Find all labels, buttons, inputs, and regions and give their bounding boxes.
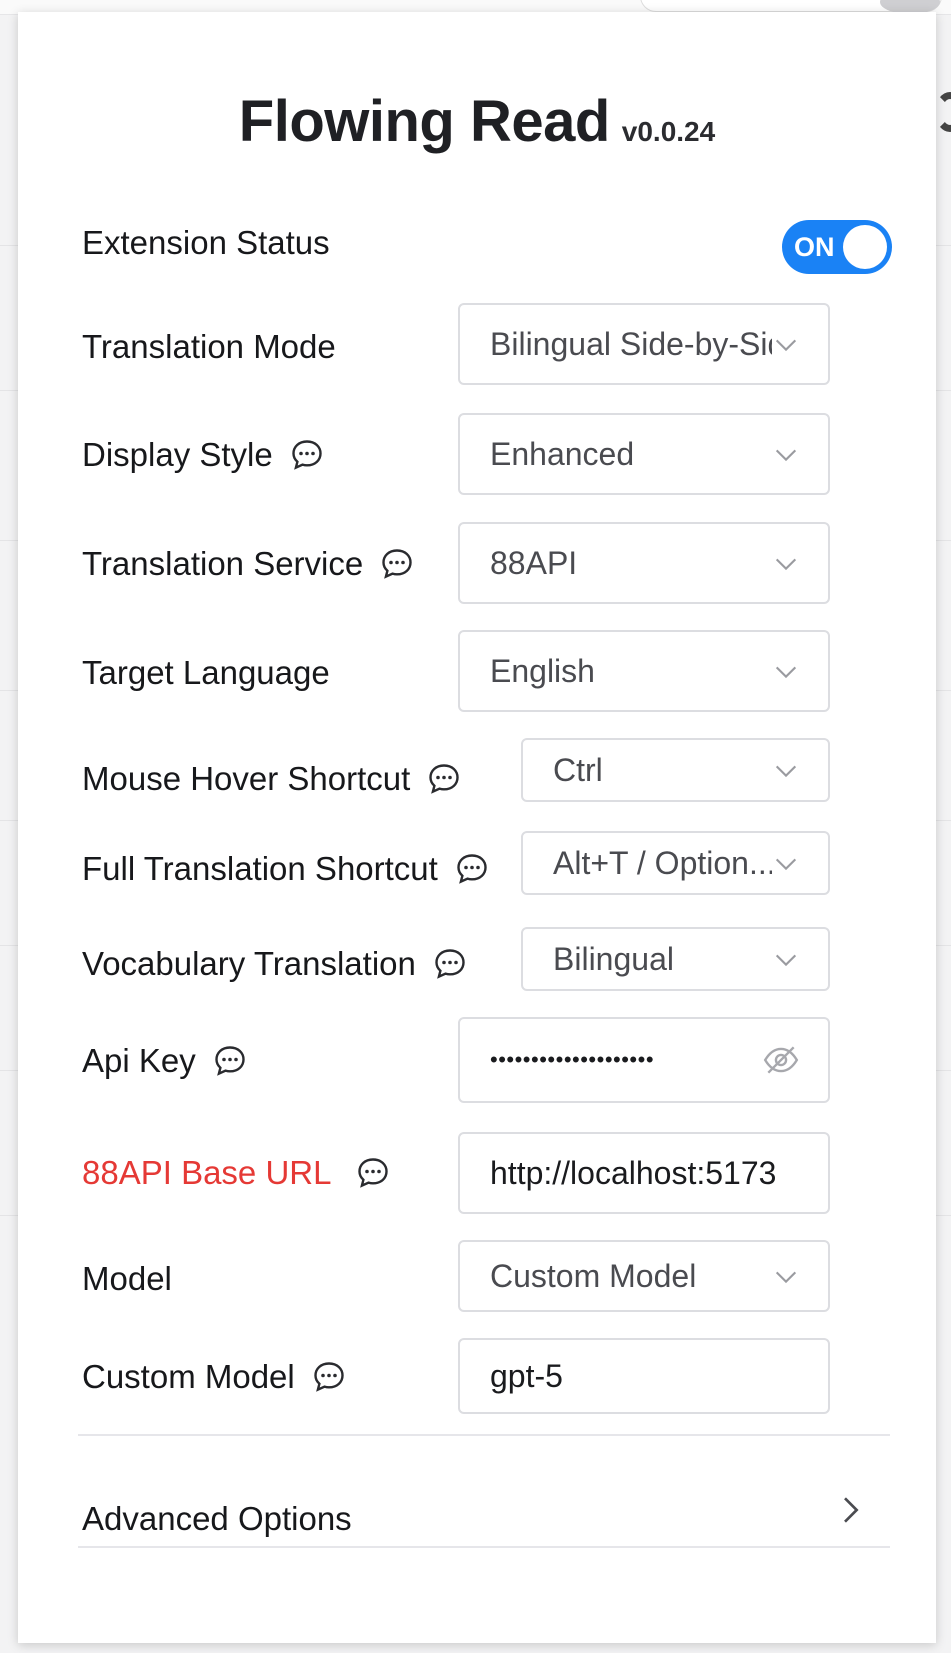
info-chat-icon[interactable]: [289, 437, 325, 473]
custom-model-value: gpt-5: [490, 1357, 563, 1394]
chevron-down-icon: [772, 945, 800, 973]
target-language-text: Target Language: [82, 654, 330, 691]
translation-mode-label: Translation Mode: [82, 328, 336, 366]
extension-status-toggle[interactable]: ON: [782, 220, 892, 274]
info-chat-icon[interactable]: [432, 946, 468, 982]
mouse-hover-shortcut-value: Ctrl: [553, 751, 603, 788]
app-title: Flowing Read: [238, 89, 611, 154]
custom-model-input[interactable]: gpt-5: [458, 1338, 830, 1414]
base-url-text: 88API Base URL: [82, 1154, 332, 1191]
model-select[interactable]: Custom Model: [458, 1240, 830, 1312]
popup-header: Flowing Read v0.0.24: [18, 88, 936, 155]
info-chat-icon[interactable]: [311, 1359, 347, 1395]
api-key-value: ••••••••••••••••••••: [490, 1047, 655, 1072]
extension-popup: Flowing Read v0.0.24 Extension Status ON …: [18, 12, 936, 1643]
chevron-down-icon: [772, 849, 800, 877]
base-url-value: http://localhost:5173: [490, 1154, 777, 1191]
eye-off-icon[interactable]: [762, 1041, 800, 1079]
chevron-down-icon: [772, 330, 800, 358]
full-translation-shortcut-text: Full Translation Shortcut: [82, 850, 438, 887]
display-style-label: Display Style: [82, 436, 325, 474]
model-label: Model: [82, 1260, 172, 1298]
custom-model-text: Custom Model: [82, 1358, 295, 1395]
chevron-right-icon[interactable]: [830, 1490, 870, 1530]
app-version: v0.0.24: [621, 116, 716, 147]
translation-service-value: 88API: [490, 544, 578, 581]
translation-mode-select[interactable]: Bilingual Side-by-Side: [458, 303, 830, 385]
info-chat-icon[interactable]: [355, 1155, 391, 1191]
api-key-label: Api Key: [82, 1042, 248, 1080]
base-url-label: 88API Base URL: [82, 1154, 391, 1192]
extension-status-text: Extension Status: [82, 224, 330, 261]
info-chat-icon[interactable]: [379, 546, 415, 582]
translation-service-label: Translation Service: [82, 545, 415, 583]
translation-mode-value: Bilingual Side-by-Side: [490, 325, 772, 362]
chevron-down-icon: [772, 1262, 800, 1290]
mouse-hover-shortcut-text: Mouse Hover Shortcut: [82, 760, 411, 797]
base-url-input[interactable]: http://localhost:5173: [458, 1132, 830, 1214]
translation-mode-text: Translation Mode: [82, 328, 336, 365]
translation-service-text: Translation Service: [82, 545, 364, 582]
chevron-down-icon: [772, 440, 800, 468]
model-text: Model: [82, 1260, 172, 1297]
display-style-value: Enhanced: [490, 435, 635, 472]
mouse-hover-shortcut-select[interactable]: Ctrl: [521, 738, 830, 802]
extension-status-label: Extension Status: [82, 224, 330, 262]
chevron-down-icon: [772, 756, 800, 784]
mouse-hover-shortcut-label: Mouse Hover Shortcut: [82, 760, 462, 798]
toggle-knob: [843, 225, 887, 269]
full-translation-shortcut-label: Full Translation Shortcut: [82, 850, 490, 888]
display-style-select[interactable]: Enhanced: [458, 413, 830, 495]
display-style-text: Display Style: [82, 436, 273, 473]
api-key-input[interactable]: ••••••••••••••••••••: [458, 1017, 830, 1103]
vocabulary-translation-label: Vocabulary Translation: [82, 945, 468, 983]
target-language-value: English: [490, 652, 595, 689]
advanced-options-link[interactable]: Advanced Options: [82, 1500, 352, 1538]
full-translation-shortcut-select[interactable]: Alt+T / Option...: [521, 831, 830, 895]
advanced-options-text: Advanced Options: [82, 1500, 352, 1537]
background-reload-icon: [935, 92, 951, 132]
translation-service-select[interactable]: 88API: [458, 522, 830, 604]
info-chat-icon[interactable]: [454, 851, 490, 887]
divider: [78, 1434, 890, 1436]
vocabulary-translation-select[interactable]: Bilingual: [521, 927, 830, 991]
info-chat-icon[interactable]: [426, 761, 462, 797]
chevron-down-icon: [772, 549, 800, 577]
model-value: Custom Model: [490, 1257, 697, 1294]
vocabulary-translation-text: Vocabulary Translation: [82, 945, 416, 982]
info-chat-icon[interactable]: [212, 1043, 248, 1079]
chevron-down-icon: [772, 657, 800, 685]
toggle-state-text: ON: [794, 231, 835, 262]
vocabulary-translation-value: Bilingual: [553, 940, 674, 977]
full-translation-shortcut-value: Alt+T / Option...: [553, 844, 772, 881]
target-language-select[interactable]: English: [458, 630, 830, 712]
api-key-text: Api Key: [82, 1042, 196, 1079]
custom-model-label: Custom Model: [82, 1358, 347, 1396]
target-language-label: Target Language: [82, 654, 330, 692]
divider: [78, 1546, 890, 1548]
